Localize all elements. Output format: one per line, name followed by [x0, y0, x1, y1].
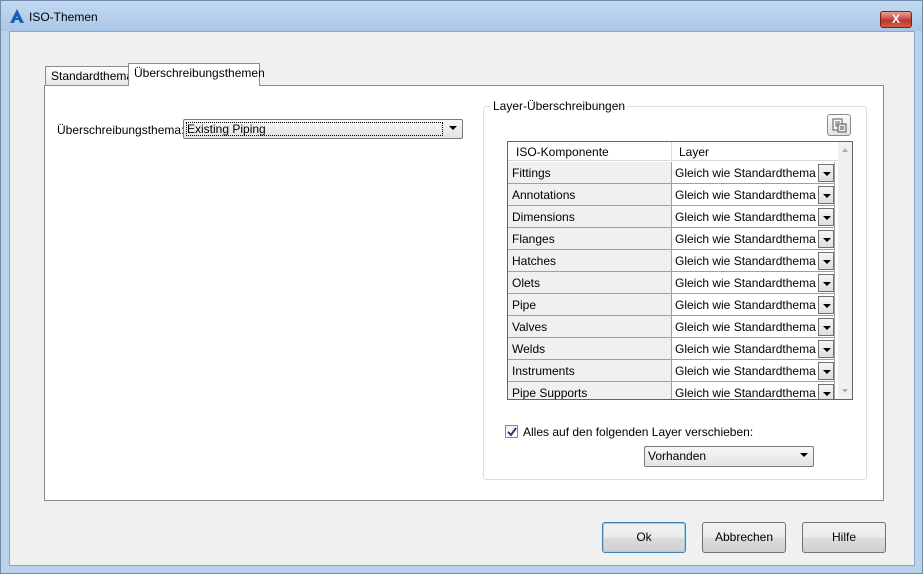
move-all-checkbox[interactable] — [505, 425, 518, 438]
column-header-layer: Layer — [679, 145, 710, 159]
layer-dropdown-button[interactable] — [818, 362, 834, 380]
iso-themes-dialog: ISO-Themen X Standardthema Überschreibun… — [0, 0, 923, 574]
table-row: Fittings Gleich wie Standardthema — [508, 162, 838, 184]
tab-label: Überschreibungsthemen — [134, 66, 265, 80]
table-row: Welds Gleich wie Standardthema — [508, 338, 838, 360]
component-cell: Pipe Supports — [508, 382, 672, 399]
cancel-button[interactable]: Abbrechen — [702, 522, 786, 553]
layer-cell[interactable]: Gleich wie Standardthema — [672, 184, 835, 206]
component-cell: Hatches — [508, 250, 672, 272]
layer-value: Gleich wie Standardthema — [675, 364, 816, 378]
table-row: Hatches Gleich wie Standardthema — [508, 250, 838, 272]
layer-value: Gleich wie Standardthema — [675, 342, 816, 356]
override-themes-panel: Überschreibungsthema: Existing Piping La… — [44, 85, 884, 501]
table-row: Pipe Gleich wie Standardthema — [508, 294, 838, 316]
autocad-app-icon — [10, 9, 24, 23]
group-title: Layer-Überschreibungen — [491, 99, 628, 113]
help-button[interactable]: Hilfe — [802, 522, 886, 553]
move-all-label[interactable]: Alles auf den folgenden Layer verschiebe… — [523, 425, 753, 439]
layer-cell[interactable]: Gleich wie Standardthema — [672, 294, 835, 316]
layer-cell[interactable]: Gleich wie Standardthema — [672, 250, 835, 272]
chevron-down-icon — [800, 453, 808, 457]
layer-cell[interactable]: Gleich wie Standardthema — [672, 272, 835, 294]
component-cell: Valves — [508, 316, 672, 338]
table-header: ISO-Komponente Layer — [508, 142, 838, 161]
layer-overrides-group: Layer-Überschreibungen ISO-Komponente La… — [483, 99, 867, 480]
column-separator[interactable] — [671, 142, 672, 161]
column-header-iso-component: ISO-Komponente — [516, 145, 609, 159]
layer-value: Gleich wie Standardthema — [675, 232, 816, 246]
scroll-up-icon[interactable] — [842, 148, 848, 152]
layer-dropdown-button[interactable] — [818, 252, 834, 270]
component-cell: Pipe — [508, 294, 672, 316]
target-layer-select[interactable]: Vorhanden — [644, 446, 814, 467]
target-layer-value: Vorhanden — [648, 449, 707, 463]
layer-dropdown-button[interactable] — [818, 384, 834, 399]
layer-dropdown-button[interactable] — [818, 274, 834, 292]
title-bar: ISO-Themen X — [1, 1, 922, 31]
layer-dropdown-button[interactable] — [818, 164, 834, 182]
layer-cell[interactable]: Gleich wie Standardthema — [672, 162, 835, 184]
layer-cell[interactable]: Gleich wie Standardthema — [672, 316, 835, 338]
tab-standard-theme[interactable]: Standardthema — [45, 66, 133, 86]
dialog-client-area: Standardthema Überschreibungsthemen Über… — [9, 31, 915, 566]
window-title: ISO-Themen — [29, 10, 98, 24]
component-cell: Flanges — [508, 228, 672, 250]
component-cell: Dimensions — [508, 206, 672, 228]
table-settings-button[interactable] — [827, 114, 851, 136]
layer-cell[interactable]: Gleich wie Standardthema — [672, 228, 835, 250]
layer-value: Gleich wie Standardthema — [675, 276, 816, 290]
layer-dropdown-button[interactable] — [818, 340, 834, 358]
layer-dropdown-button[interactable] — [818, 296, 834, 314]
component-cell: Fittings — [508, 162, 672, 184]
table-row: Dimensions Gleich wie Standardthema — [508, 206, 838, 228]
component-cell: Instruments — [508, 360, 672, 382]
component-cell: Annotations — [508, 184, 672, 206]
table-row: Flanges Gleich wie Standardthema — [508, 228, 838, 250]
component-cell: Olets — [508, 272, 672, 294]
checkmark-icon — [507, 427, 517, 437]
layer-cell[interactable]: Gleich wie Standardthema — [672, 338, 835, 360]
layer-value: Gleich wie Standardthema — [675, 320, 816, 334]
override-theme-select[interactable]: Existing Piping — [183, 119, 463, 139]
table-scrollbar[interactable] — [838, 142, 852, 399]
override-theme-label: Überschreibungsthema: — [57, 123, 185, 137]
table-row: Valves Gleich wie Standardthema — [508, 316, 838, 338]
layer-dropdown-button[interactable] — [818, 186, 834, 204]
layer-dropdown-button[interactable] — [818, 318, 834, 336]
table-row: Olets Gleich wie Standardthema — [508, 272, 838, 294]
table-row: Instruments Gleich wie Standardthema — [508, 360, 838, 382]
ok-button[interactable]: Ok — [602, 522, 686, 553]
layer-cell[interactable]: Gleich wie Standardthema — [672, 360, 835, 382]
tab-override-themes[interactable]: Überschreibungsthemen — [128, 63, 265, 86]
close-button[interactable]: X — [880, 11, 912, 28]
scroll-down-icon[interactable] — [842, 389, 848, 393]
layer-value: Gleich wie Standardthema — [675, 188, 816, 202]
component-cell: Welds — [508, 338, 672, 360]
layer-cell[interactable]: Gleich wie Standardthema — [672, 206, 835, 228]
layer-dropdown-button[interactable] — [818, 208, 834, 226]
layer-override-table: ISO-Komponente Layer Fittings Gleich wie… — [507, 141, 853, 400]
table-row: Annotations Gleich wie Standardthema — [508, 184, 838, 206]
layer-value: Gleich wie Standardthema — [675, 298, 816, 312]
layer-value: Gleich wie Standardthema — [675, 166, 816, 180]
layer-value: Gleich wie Standardthema — [675, 210, 816, 224]
layer-value: Gleich wie Standardthema — [675, 386, 816, 400]
tab-label: Standardthema — [51, 69, 134, 83]
layer-value: Gleich wie Standardthema — [675, 254, 816, 268]
table-settings-icon — [832, 118, 847, 133]
close-icon: X — [891, 12, 900, 26]
table-row: Pipe Supports Gleich wie Standardthema — [508, 382, 838, 400]
chevron-down-icon — [449, 126, 457, 130]
layer-dropdown-button[interactable] — [818, 230, 834, 248]
override-theme-value: Existing Piping — [187, 122, 266, 136]
layer-cell[interactable]: Gleich wie Standardthema — [672, 382, 835, 400]
